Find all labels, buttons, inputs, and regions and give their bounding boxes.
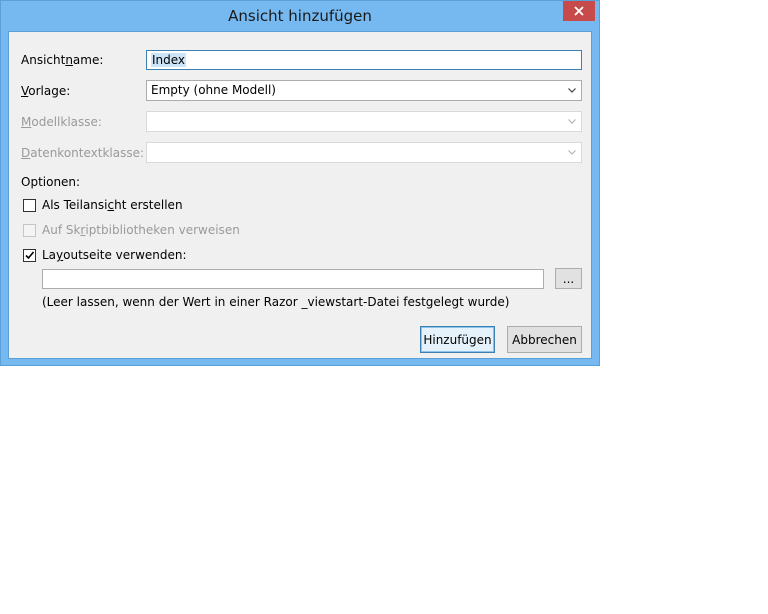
view-name-label: Ansichtname: xyxy=(21,53,103,67)
template-label: Vorlage: xyxy=(21,84,70,98)
cancel-button-label: Abbrechen xyxy=(512,332,577,347)
dialog-body: Ansichtname: Index Vorlage: Empty (ohne … xyxy=(8,31,592,359)
template-select[interactable]: Empty (ohne Modell) xyxy=(146,80,582,101)
partial-view-checkbox[interactable] xyxy=(23,199,36,212)
model-class-label-post: odellklasse: xyxy=(31,115,102,129)
chevron-down-icon xyxy=(568,88,576,93)
title-bar[interactable]: Ansicht hinzufügen xyxy=(1,1,599,31)
add-view-dialog: Ansicht hinzufügen Ansichtname: Index Vo… xyxy=(0,0,600,366)
view-name-label-accel: n xyxy=(65,53,73,67)
template-value: Empty (ohne Modell) xyxy=(151,83,276,97)
close-icon xyxy=(574,6,584,16)
layout-path-input[interactable] xyxy=(42,269,544,289)
view-name-value: Index xyxy=(151,53,187,67)
script-libraries-label-post: iptbibliotheken verweisen xyxy=(85,223,240,237)
partial-view-label[interactable]: Als Teilansicht erstellen xyxy=(42,198,183,212)
script-libraries-checkbox[interactable] xyxy=(23,224,36,237)
model-class-select[interactable] xyxy=(146,111,582,132)
layout-hint-text: (Leer lassen, wenn der Wert in einer Raz… xyxy=(42,295,510,309)
use-layout-label-pre: La xyxy=(42,248,57,262)
close-button[interactable] xyxy=(563,1,595,21)
browse-button[interactable]: ... xyxy=(555,268,582,289)
view-name-input[interactable]: Index xyxy=(146,50,582,70)
script-libraries-label: Auf Skriptbibliotheken verweisen xyxy=(42,223,240,237)
chevron-down-icon xyxy=(568,150,576,155)
use-layout-label[interactable]: Layoutseite verwenden: xyxy=(42,248,187,262)
partial-view-label-pre: Als Teilansi xyxy=(42,198,108,212)
model-class-label: Modellklasse: xyxy=(21,115,102,129)
use-layout-label-post: outseite verwenden: xyxy=(63,248,187,262)
cancel-button[interactable]: Abbrechen xyxy=(507,326,582,353)
data-context-class-select[interactable] xyxy=(146,142,582,163)
checkmark-icon xyxy=(25,251,35,260)
data-context-class-label-accel: D xyxy=(21,146,31,160)
dialog-title: Ansicht hinzufügen xyxy=(228,7,372,25)
options-heading: Optionen: xyxy=(21,175,81,189)
template-label-post: orlage: xyxy=(28,84,71,98)
partial-view-label-post: ht erstellen xyxy=(114,198,183,212)
model-class-label-accel: M xyxy=(21,115,32,129)
data-context-class-label-post: atenkontextklasse: xyxy=(30,146,145,160)
script-libraries-label-pre: Auf Sk xyxy=(42,223,81,237)
browse-button-label: ... xyxy=(562,271,575,286)
data-context-class-label: Datenkontextklasse: xyxy=(21,146,144,160)
chevron-down-icon xyxy=(568,119,576,124)
view-name-label-pre: Ansicht xyxy=(21,53,66,67)
view-name-label-post: ame: xyxy=(72,53,104,67)
add-button[interactable]: Hinzufügen xyxy=(420,326,495,353)
add-button-label: Hinzufügen xyxy=(423,332,492,347)
use-layout-checkbox[interactable] xyxy=(23,249,36,262)
